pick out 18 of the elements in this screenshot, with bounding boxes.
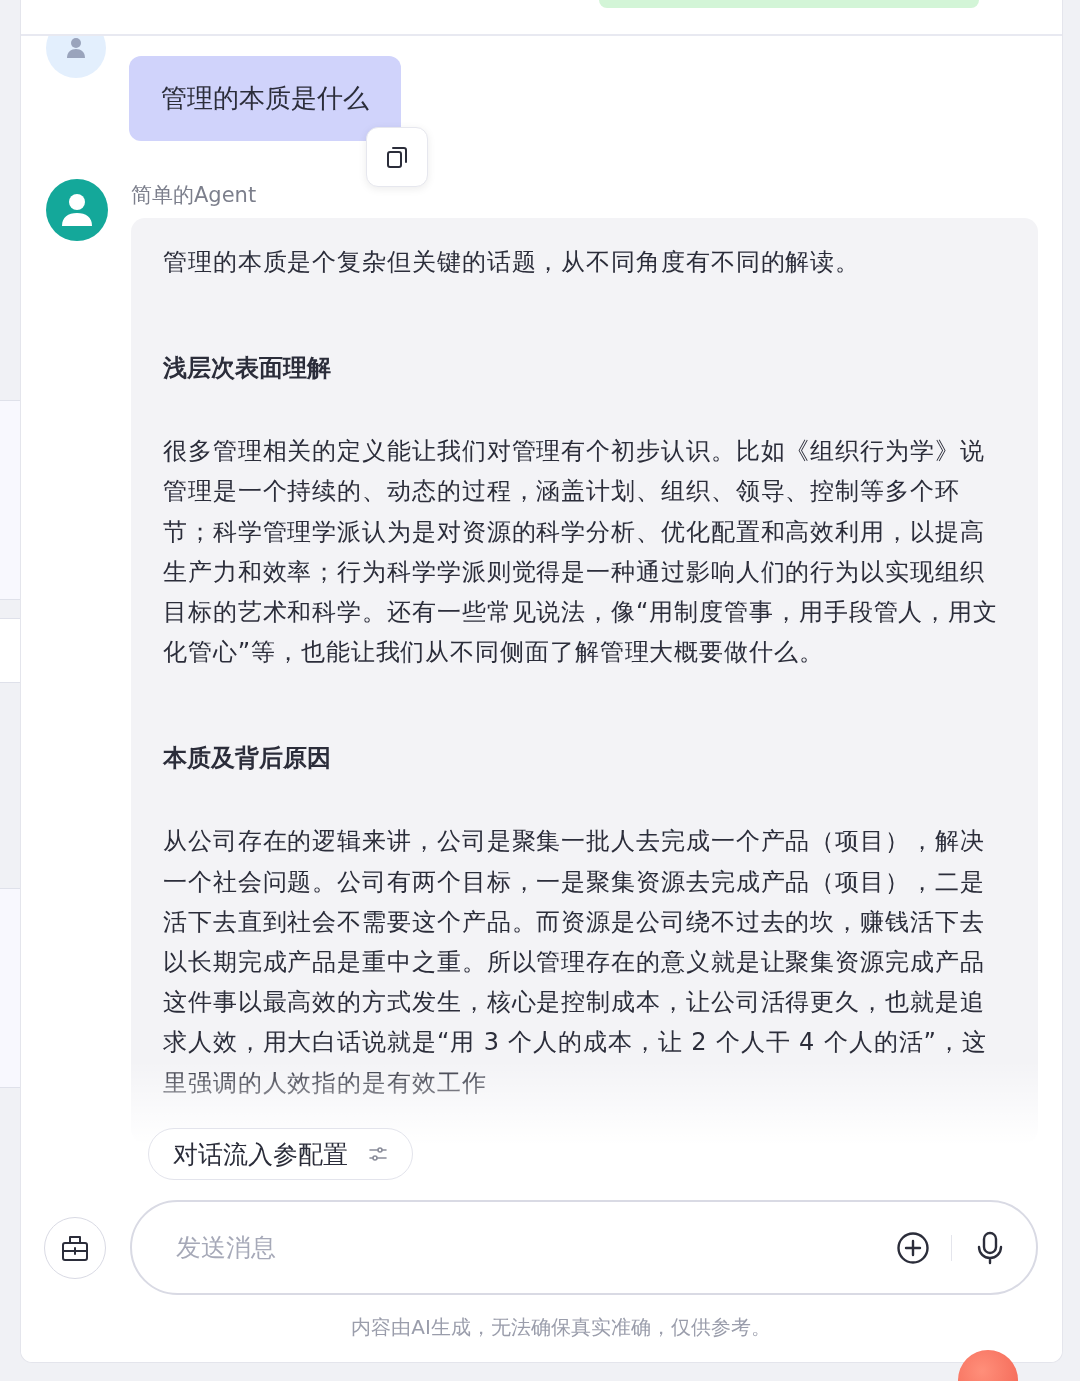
answer-paragraph: 从公司存在的逻辑来讲，公司是聚集一批人去完成一个产品（项目），解决一个社会问题。公司有两个目标，一是聚集资源去完成产品（项目），二是活下去直到社会不需要这个产品。而资源是公司绕不过去的坎，赚钱活下去以长期完成产品是重中之重。所以管理存在的意义就是让聚集资源完成产品这件事以最高效的方式发生，核心是控制成本，让公司活得更久，也就是追求人效，用大白话说就是“用 3 个人的成本，让 2 个人干 4 个人的活”，这里强调的人效指的是有效工作 (163, 826, 988, 1099)
person-icon (65, 36, 87, 60)
section-heading: 本质及背后原因 (163, 743, 332, 775)
section-heading: 浅层次表面理解 (163, 353, 332, 385)
person-icon (61, 193, 93, 227)
sliders-icon (368, 1144, 388, 1164)
answer-paragraph: 管理的本质是个复杂但关键的话题，从不同角度有不同的解读。 (163, 247, 862, 278)
answer-paragraph: 很多管理相关的定义能让我们对管理有个初步认识。比如《组织行为学》说管理是一个持续的、动态的过程，涵盖计划、组织、领导、控制等多个环节；科学管理学派认为是对资源的科学分析、优化配置和高效利用，以提高生产力和效率；行为科学学派则觉得是一种通过影响人们的行为以实现组织目标的艺术和科学。还有一些常见说法，像“用制度管事，用手段管人，用文化管心”等，也能让我们从不同侧面了解管理大概要做什么。 (163, 436, 1000, 669)
agent-name: 简单的Agent (131, 182, 258, 209)
config-chip[interactable]: 对话流入参配置 (148, 1128, 413, 1180)
copy-icon (386, 145, 408, 169)
disclaimer-text: 内容由AI生成，无法确保真实准确，仅供参考。 (351, 1314, 771, 1341)
plus-circle-icon (896, 1230, 930, 1265)
composer-bar[interactable]: 发送消息 (130, 1200, 1038, 1295)
copy-button[interactable] (366, 127, 428, 187)
user-message: 管理的本质是什么 (129, 56, 401, 141)
microphone-icon (976, 1230, 1004, 1265)
message-input[interactable]: 发送消息 (174, 1232, 875, 1263)
